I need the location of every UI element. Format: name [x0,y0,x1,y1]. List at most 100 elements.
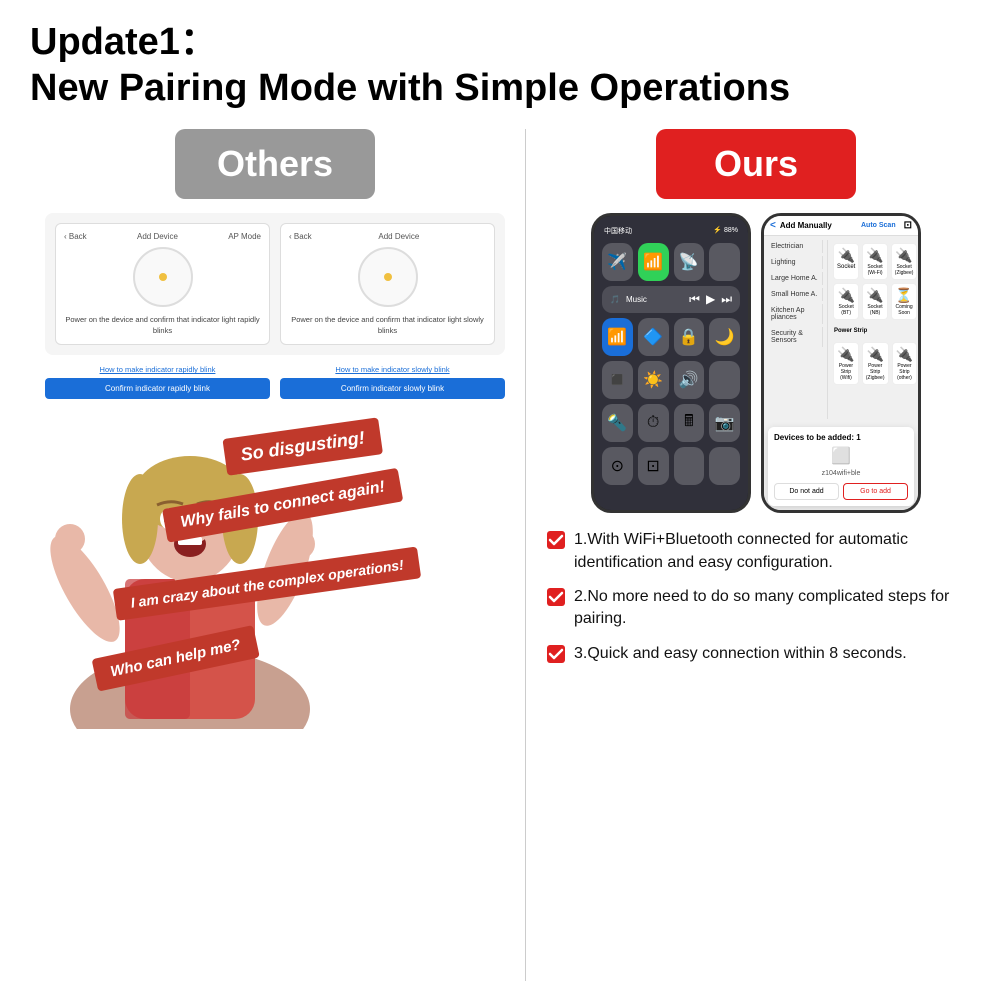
dialog-buttons: Do not add Go to add [774,483,908,500]
next-icon[interactable]: ⏭ [721,292,732,307]
dialog-title: Devices to be added: 1 [774,433,908,442]
power-strip-items: 🔌 Power Strip (Wifi) 🔌 Power Strip (Zigb… [830,339,920,388]
cc-fourth-grid: 🔦 ⏱ 🖩 📷 [602,404,740,442]
cc-camera-tile[interactable]: 📷 [709,404,740,442]
cc-music-controls: ⏮ ▶ ⏭ [689,292,732,307]
strip-wifi-icon: 🔌 [837,346,855,363]
item-strip-other[interactable]: 🔌 Power Strip (other) [892,342,918,385]
coming-soon-label: Coming Soon [895,304,912,316]
tuya-content: Electrician Lighting Large Home A. Small… [764,236,918,423]
cc-wifi-tile[interactable]: 📶 [638,243,669,281]
cat-lighting[interactable]: Lighting [768,256,823,269]
feature-1-text: 1.With WiFi+Bluetooth connected for auto… [574,529,966,574]
cc-extra-tile[interactable] [709,361,740,399]
do-not-add-button[interactable]: Do not add [774,483,839,500]
item-socket-zigbee[interactable]: 🔌 Socket (Zigbee) [891,243,918,280]
cat-kitchen[interactable]: Kitchen Ap pliances [768,304,823,324]
cat-small-home[interactable]: Small Home A. [768,288,823,301]
feature-2-text: 2.No more need to do so many complicated… [574,586,966,631]
cc-bt-tile[interactable]: 🔷 [638,318,669,356]
socket-zigbee-icon: 🔌 [895,247,914,264]
go-to-add-button[interactable]: Go to add [843,483,908,500]
device-circle-2 [358,247,418,307]
cc-qr-tile[interactable]: ⊙ [602,447,633,485]
item-socket-bt[interactable]: 🔌 Socket (BT) [833,283,859,320]
cc-calc-tile[interactable]: 🖩 [674,404,705,442]
left-side: Others ‹ Back Add Device AP Mode Power o… [30,129,520,981]
connect-btn-1-wrapper: How to make indicator rapidly blink Conf… [45,365,270,399]
music-label: Music [626,295,683,304]
cat-large-home[interactable]: Large Home A. [768,272,823,285]
item-socket[interactable]: 🔌 Socket [833,243,859,280]
features-list: 1.With WiFi+Bluetooth connected for auto… [541,529,971,677]
strip-other-label: Power Strip (other) [897,363,912,381]
cc-top-grid: ✈️ 📶 📡 [602,243,740,281]
item-strip-zigbee[interactable]: 🔌 Power Strip (Zigbee) [862,342,889,385]
tuya-header: < Add Manually Auto Scan ⊡ [764,216,918,236]
socket-bt-label: Socket (BT) [839,304,854,316]
cc-airplane-tile[interactable]: ✈️ [602,243,633,281]
cc-lock-tile[interactable]: 🔒 [674,318,705,356]
socket-wifi-label: Socket (Wi-Fi) [867,264,882,276]
tuya-scan-icon[interactable]: ⊡ [904,220,912,231]
checkbox-3-icon [546,644,566,664]
cc-timer-tile[interactable]: ⏱ [638,404,669,442]
tuya-categories: Electrician Lighting Large Home A. Small… [768,240,828,419]
phone-1: 中国移动 ⚡ 88% ✈️ 📶 📡 🎵 [591,213,751,513]
feature-2: 2.No more need to do so many complicated… [546,586,966,631]
cat-security[interactable]: Security & Sensors [768,327,823,347]
cc-fifth-grid: ⊙ ⊡ [602,447,740,485]
item-coming-soon: ⏳ Coming Soon [891,283,918,320]
strip-wifi-label: Power Strip (Wifi) [839,363,853,381]
cc-empty1 [674,447,705,485]
connect-buttons: How to make indicator rapidly blink Conf… [45,365,505,399]
divider [525,129,526,981]
prev-icon[interactable]: ⏮ [689,292,700,307]
control-center: 中国移动 ⚡ 88% ✈️ 📶 📡 🎵 [594,216,748,510]
main-content: Others ‹ Back Add Device AP Mode Power o… [30,129,971,981]
feature-1: 1.With WiFi+Bluetooth connected for auto… [546,529,966,574]
cc-brightness-tile[interactable]: ☀️ [638,361,669,399]
connect-btn-2-wrapper: How to make indicator slowly blink Confi… [280,365,505,399]
checkbox-1-icon [546,530,566,550]
socket-nb-icon: 🔌 [866,287,883,304]
frustration-section: So disgusting! Why fails to connect agai… [45,409,505,729]
cc-scan-tile[interactable]: ⊡ [638,447,669,485]
tuya-autoscan[interactable]: Auto Scan [861,222,896,229]
cc-music-bar: 🎵 Music ⏮ ▶ ⏭ [602,286,740,313]
connect-link-2[interactable]: How to make indicator slowly blink [335,365,449,374]
others-label: Others [217,143,333,184]
cc-music-tile[interactable] [709,243,740,281]
screen1-desc: Power on the device and confirm that ind… [64,315,261,336]
confirm-slow-button[interactable]: Confirm indicator slowly blink [280,378,505,399]
ours-badge: Ours [656,129,856,199]
cc-moon-tile[interactable]: 🌙 [709,318,740,356]
device-circle-1 [133,247,193,307]
connect-link-1[interactable]: How to make indicator rapidly blink [100,365,216,374]
confirm-rapid-button[interactable]: Confirm indicator rapidly blink [45,378,270,399]
carrier: 中国移动 [604,226,632,236]
cat-electrician[interactable]: Electrician [768,240,823,253]
cc-flash-tile[interactable]: 🔦 [602,404,633,442]
checkbox-2-icon [546,587,566,607]
socket-nb-label: Socket (NB) [867,304,882,316]
item-socket-nb[interactable]: 🔌 Socket (NB) [862,283,887,320]
device-icon: ⬜ [774,446,908,466]
others-badge: Others [175,129,375,199]
item-strip-wifi[interactable]: 🔌 Power Strip (Wifi) [833,342,859,385]
tuya-back-btn[interactable]: < [770,220,776,231]
device-screen-1: ‹ Back Add Device AP Mode Power on the d… [55,223,270,345]
dot-yellow-2 [384,273,392,281]
cc-cellular-tile[interactable]: 📡 [674,243,705,281]
strip-zigbee-icon: 🔌 [866,346,885,363]
cc-volume-tile[interactable]: 🔊 [674,361,705,399]
cc-empty2 [709,447,740,485]
cc-second-grid: 📶 🔷 🔒 🌙 [602,318,740,356]
play-icon[interactable]: ▶ [706,292,715,307]
strip-other-icon: 🔌 [896,346,914,363]
cc-mirror-tile[interactable]: ⬛ [602,361,633,399]
item-socket-wifi[interactable]: 🔌 Socket (Wi-Fi) [862,243,887,280]
cc-third-grid: ⬛ ☀️ 🔊 [602,361,740,399]
cc-wifi2-tile[interactable]: 📶 [602,318,633,356]
right-side: Ours 中国移动 ⚡ 88% ✈️ 📶 📡 [531,129,971,981]
